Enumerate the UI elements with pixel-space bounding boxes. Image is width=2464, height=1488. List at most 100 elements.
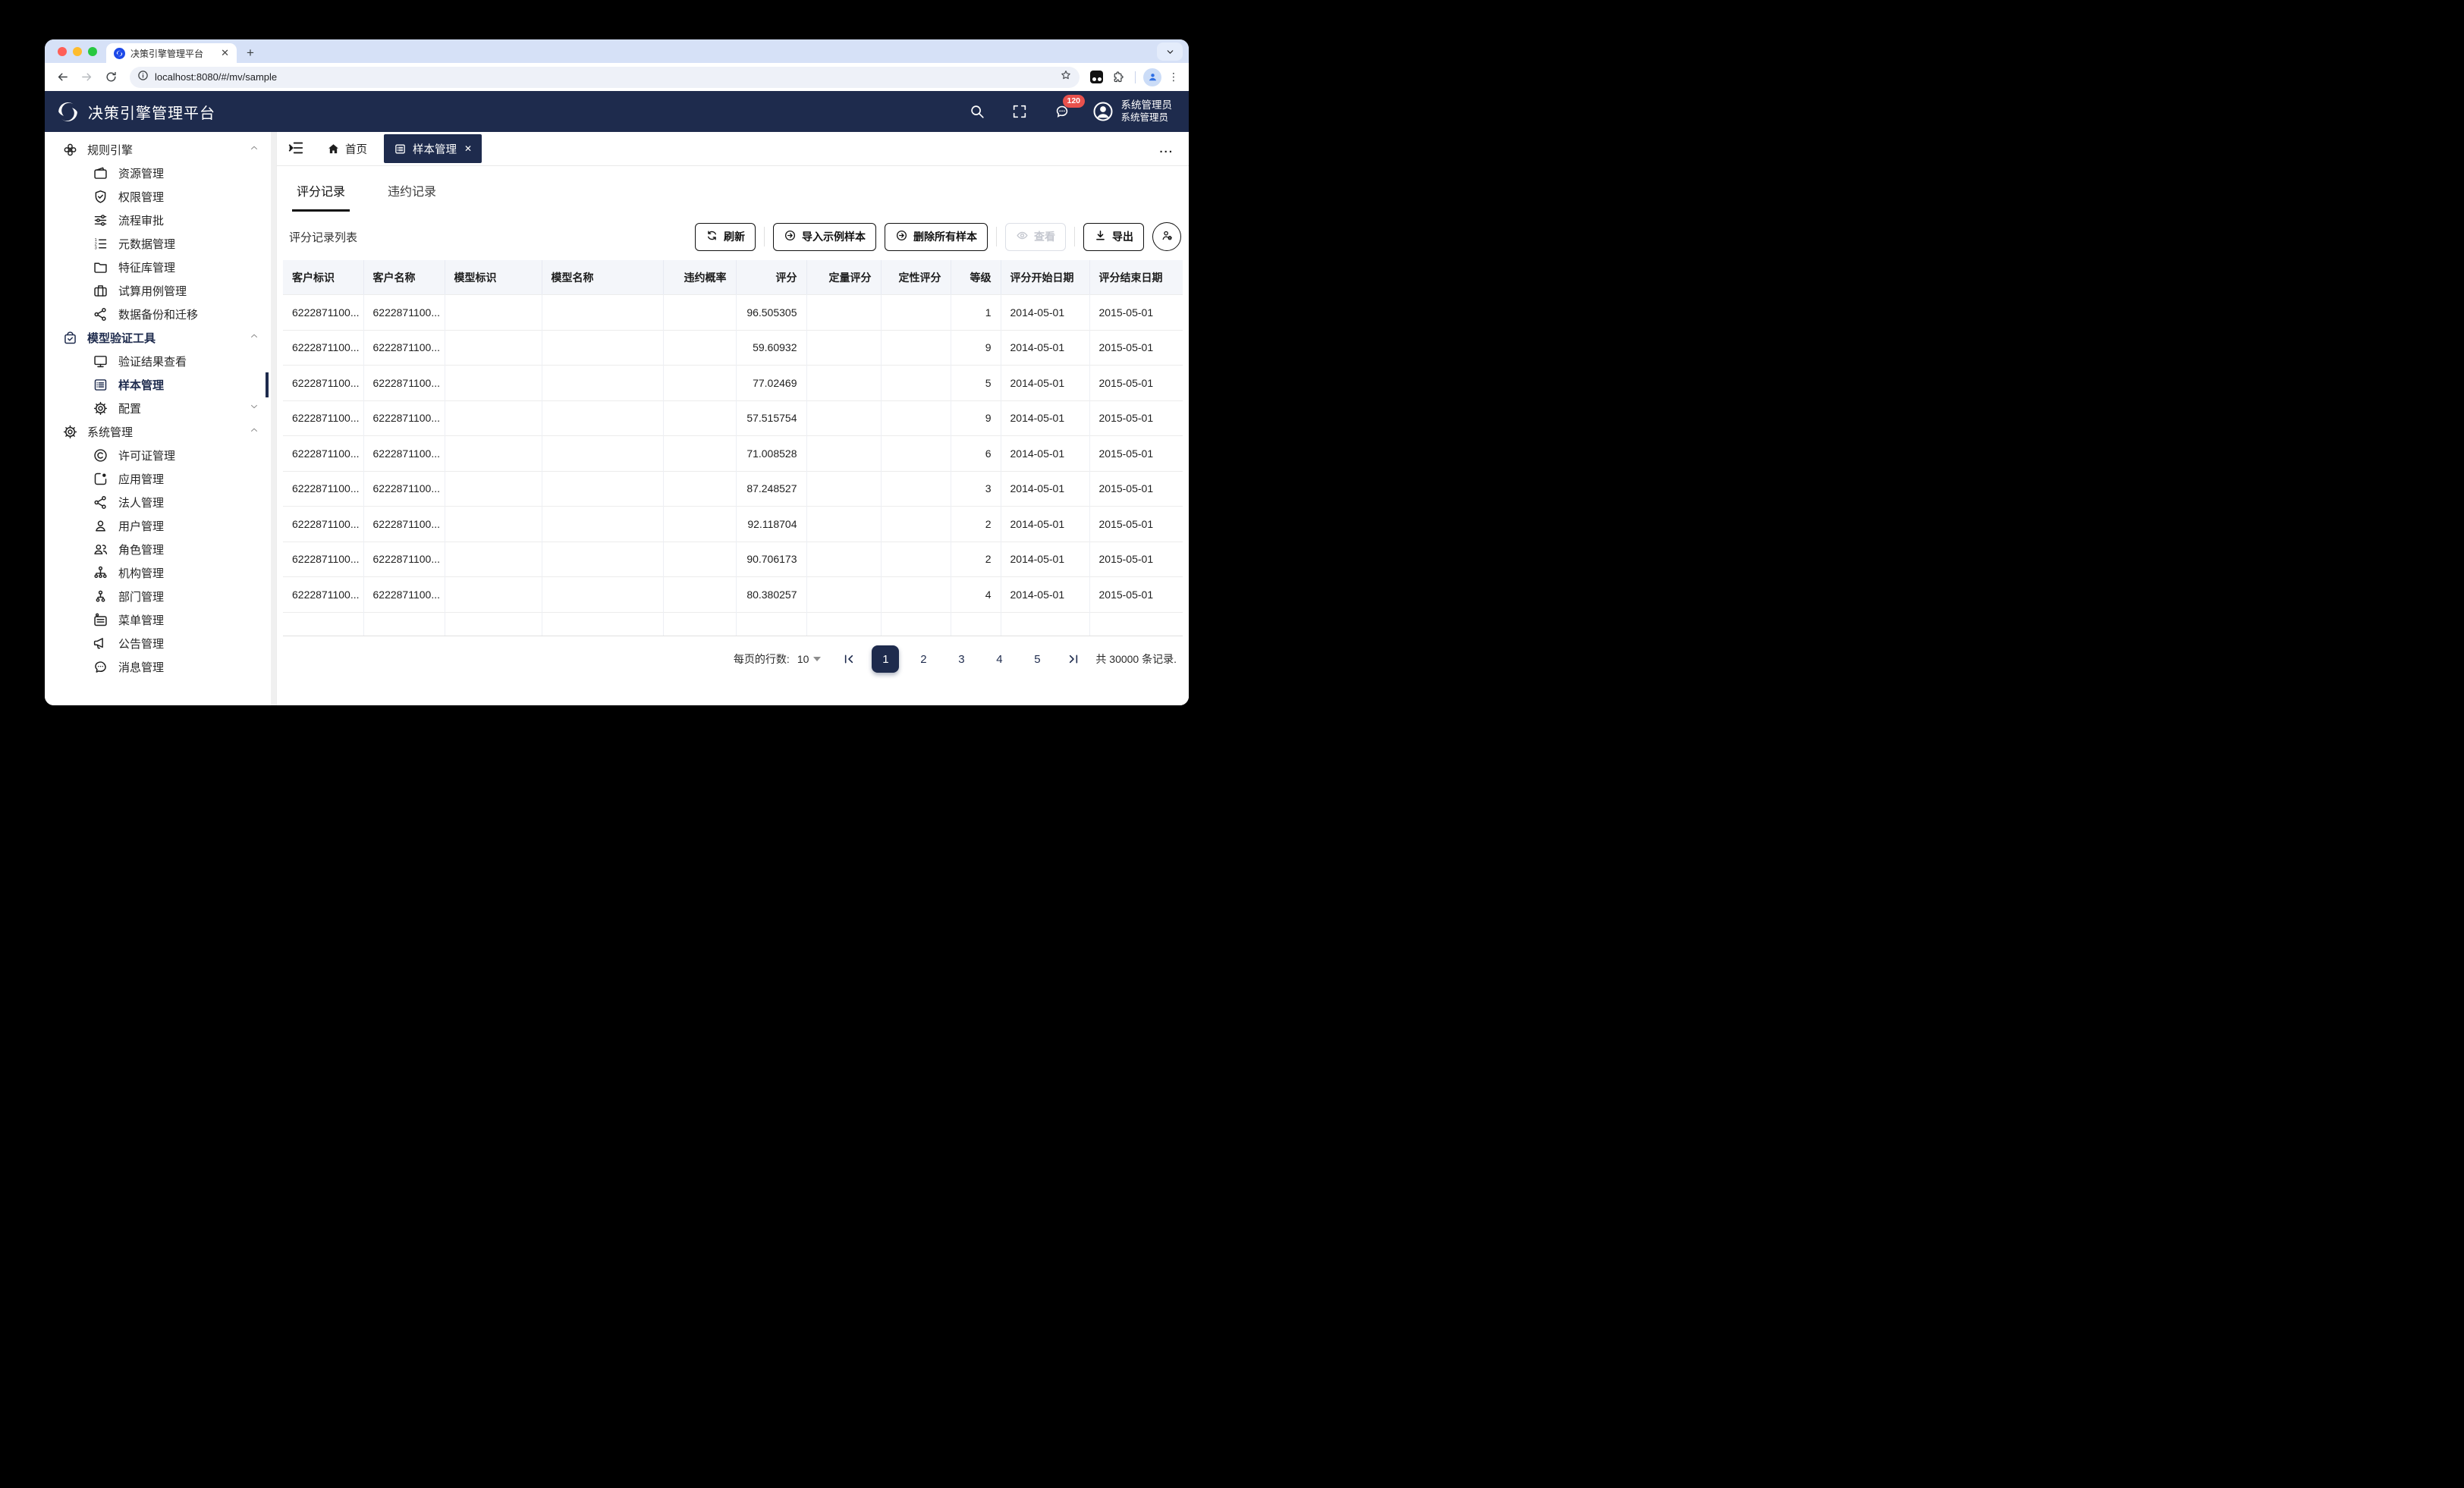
- table-row[interactable]: 6222871100...6222871100...59.6093292014-…: [283, 330, 1183, 366]
- sidebar-item-resource-management[interactable]: 资源管理: [45, 162, 276, 185]
- close-icon[interactable]: ✕: [464, 143, 472, 154]
- cell-customer_name: 6222871100...: [363, 471, 445, 507]
- sidebar-item-label: 元数据管理: [118, 236, 175, 252]
- gear-icon: [93, 400, 108, 416]
- cell-quantitative_score: [806, 612, 881, 636]
- cell-model_name: [542, 436, 663, 472]
- sidebar-item-org-management[interactable]: 机构管理: [45, 561, 276, 585]
- tab-score-records[interactable]: 评分记录: [292, 181, 350, 212]
- cell-customer_name: 6222871100...: [363, 436, 445, 472]
- page-number-4[interactable]: 4: [985, 645, 1013, 673]
- route-tab-label: 样本管理: [413, 141, 457, 157]
- sidebar-item-feature-library-management[interactable]: 特征库管理: [45, 256, 276, 279]
- new-tab-button[interactable]: +: [241, 44, 259, 62]
- tab-default-records[interactable]: 违约记录: [383, 181, 441, 212]
- cell-grade: 2: [951, 507, 1001, 542]
- sidebar-group-rule-engine[interactable]: 规则引擎: [45, 138, 276, 162]
- fullscreen-icon[interactable]: [1010, 102, 1029, 121]
- page-number-5[interactable]: 5: [1023, 645, 1051, 673]
- back-icon[interactable]: [52, 67, 72, 87]
- minimize-window-button[interactable]: [73, 47, 82, 56]
- page-number-1[interactable]: 1: [872, 645, 899, 673]
- table-row[interactable]: 6222871100...6222871100...87.24852732014…: [283, 471, 1183, 507]
- search-icon[interactable]: [967, 102, 987, 121]
- person-icon: [93, 518, 108, 534]
- sidebar-item-permission-management[interactable]: 权限管理: [45, 185, 276, 209]
- sidebar-group-system-management[interactable]: 系统管理: [45, 420, 276, 444]
- sidebar-item-message-management[interactable]: 消息管理: [45, 655, 276, 679]
- rows-per-page-select[interactable]: 10: [797, 653, 822, 665]
- sidebar-item-app-management[interactable]: 应用管理: [45, 467, 276, 491]
- tab-close-icon[interactable]: ✕: [219, 47, 231, 59]
- sidebar-item-legal-entity-management[interactable]: 法人管理: [45, 491, 276, 514]
- sidebar-item-license-management[interactable]: 许可证管理: [45, 444, 276, 467]
- sidebar-item-metadata-management[interactable]: 123元数据管理: [45, 232, 276, 256]
- sidebar-item-menu-management[interactable]: 菜单管理: [45, 608, 276, 632]
- sidebar-item-label: 菜单管理: [118, 612, 164, 628]
- extensions-puzzle-icon[interactable]: [1108, 67, 1127, 87]
- sidebar-collapse-icon[interactable]: [288, 140, 306, 158]
- cell-customer_id: 6222871100...: [283, 542, 363, 577]
- sidebar-item-data-backup-migration[interactable]: 数据备份和迁移: [45, 303, 276, 326]
- sidebar-group-model-validation-tools[interactable]: 模型验证工具: [45, 326, 276, 350]
- browser-profile-avatar[interactable]: [1143, 68, 1161, 86]
- list-box-icon: [93, 377, 108, 393]
- folder-icon: [93, 259, 108, 275]
- messages-icon[interactable]: 120: [1052, 102, 1072, 121]
- sidebar-item-configuration[interactable]: 配置: [45, 397, 276, 420]
- table-row[interactable]: 6222871100...6222871100...71.00852862014…: [283, 436, 1183, 472]
- cell-customer_id: 6222871100...: [283, 436, 363, 472]
- column-settings-button[interactable]: [1152, 222, 1181, 251]
- cell-score_start_date: 2014-05-01: [1001, 507, 1089, 542]
- table-row[interactable]: 6222871100...6222871100...90.70617322014…: [283, 542, 1183, 577]
- view-button[interactable]: 查看: [1005, 223, 1066, 251]
- table-row[interactable]: [283, 612, 1183, 636]
- sidebar-item-role-management[interactable]: 角色管理: [45, 538, 276, 561]
- chat-dots-icon: [93, 659, 108, 675]
- import-sample-button[interactable]: 导入示例样本: [773, 223, 876, 251]
- sidebar-scrollbar[interactable]: [271, 132, 276, 705]
- cell-default_probability: [663, 577, 736, 613]
- table-row[interactable]: 6222871100...6222871100...92.11870422014…: [283, 507, 1183, 542]
- route-tab-sample-management[interactable]: 样本管理 ✕: [384, 134, 482, 163]
- sidebar-item-announcement-management[interactable]: 公告管理: [45, 632, 276, 655]
- address-bar[interactable]: localhost:8080/#/mv/sample: [130, 67, 1080, 88]
- extension-icon[interactable]: [1090, 71, 1103, 83]
- sidebar-item-sample-management[interactable]: 样本管理: [45, 373, 276, 397]
- browser-tab[interactable]: 决策引擎管理平台 ✕: [106, 43, 237, 63]
- zoom-window-button[interactable]: [88, 47, 97, 56]
- sidebar-item-label: 部门管理: [118, 589, 164, 604]
- user-menu[interactable]: 系统管理员 系统管理员: [1092, 99, 1173, 124]
- sidebar-item-department-management[interactable]: 部门管理: [45, 585, 276, 608]
- export-button[interactable]: 导出: [1083, 223, 1144, 251]
- sidebar-item-user-management[interactable]: 用户管理: [45, 514, 276, 538]
- sidebar-item-validation-result-view[interactable]: 验证结果查看: [45, 350, 276, 373]
- table-row[interactable]: 6222871100...6222871100...57.51575492014…: [283, 400, 1183, 436]
- page-number-3[interactable]: 3: [948, 645, 975, 673]
- list-box-icon: [394, 143, 407, 155]
- cell-grade: 5: [951, 366, 1001, 401]
- first-page-icon[interactable]: [839, 649, 859, 669]
- breadcrumb-home[interactable]: 首页: [327, 141, 367, 157]
- browser-menu-icon[interactable]: ⋮: [1166, 71, 1181, 83]
- more-tabs-icon[interactable]: ...: [1159, 143, 1174, 155]
- table-row[interactable]: 6222871100...6222871100...96.50530512014…: [283, 295, 1183, 331]
- site-info-icon[interactable]: [137, 70, 149, 85]
- close-window-button[interactable]: [58, 47, 67, 56]
- bookmark-star-icon[interactable]: [1060, 69, 1072, 85]
- reload-icon[interactable]: [101, 67, 121, 87]
- sidebar-item-trial-case-management[interactable]: 试算用例管理: [45, 279, 276, 303]
- table-row[interactable]: 6222871100...6222871100...80.38025742014…: [283, 577, 1183, 613]
- delete-all-samples-button[interactable]: 删除所有样本: [885, 223, 988, 251]
- sidebar-item-process-approval[interactable]: 流程审批: [45, 209, 276, 232]
- cell-quantitative_score: [806, 295, 881, 331]
- last-page-icon[interactable]: [1064, 649, 1083, 669]
- sidebar-item-label: 用户管理: [118, 518, 164, 534]
- cell-model_id: [445, 542, 542, 577]
- refresh-button[interactable]: 刷新: [695, 223, 756, 251]
- table-row[interactable]: 6222871100...6222871100...77.0246952014-…: [283, 366, 1183, 401]
- list-title: 评分记录列表: [289, 229, 357, 245]
- cell-customer_id: 6222871100...: [283, 295, 363, 331]
- page-number-2[interactable]: 2: [910, 645, 937, 673]
- tab-search-button[interactable]: [1157, 42, 1183, 61]
